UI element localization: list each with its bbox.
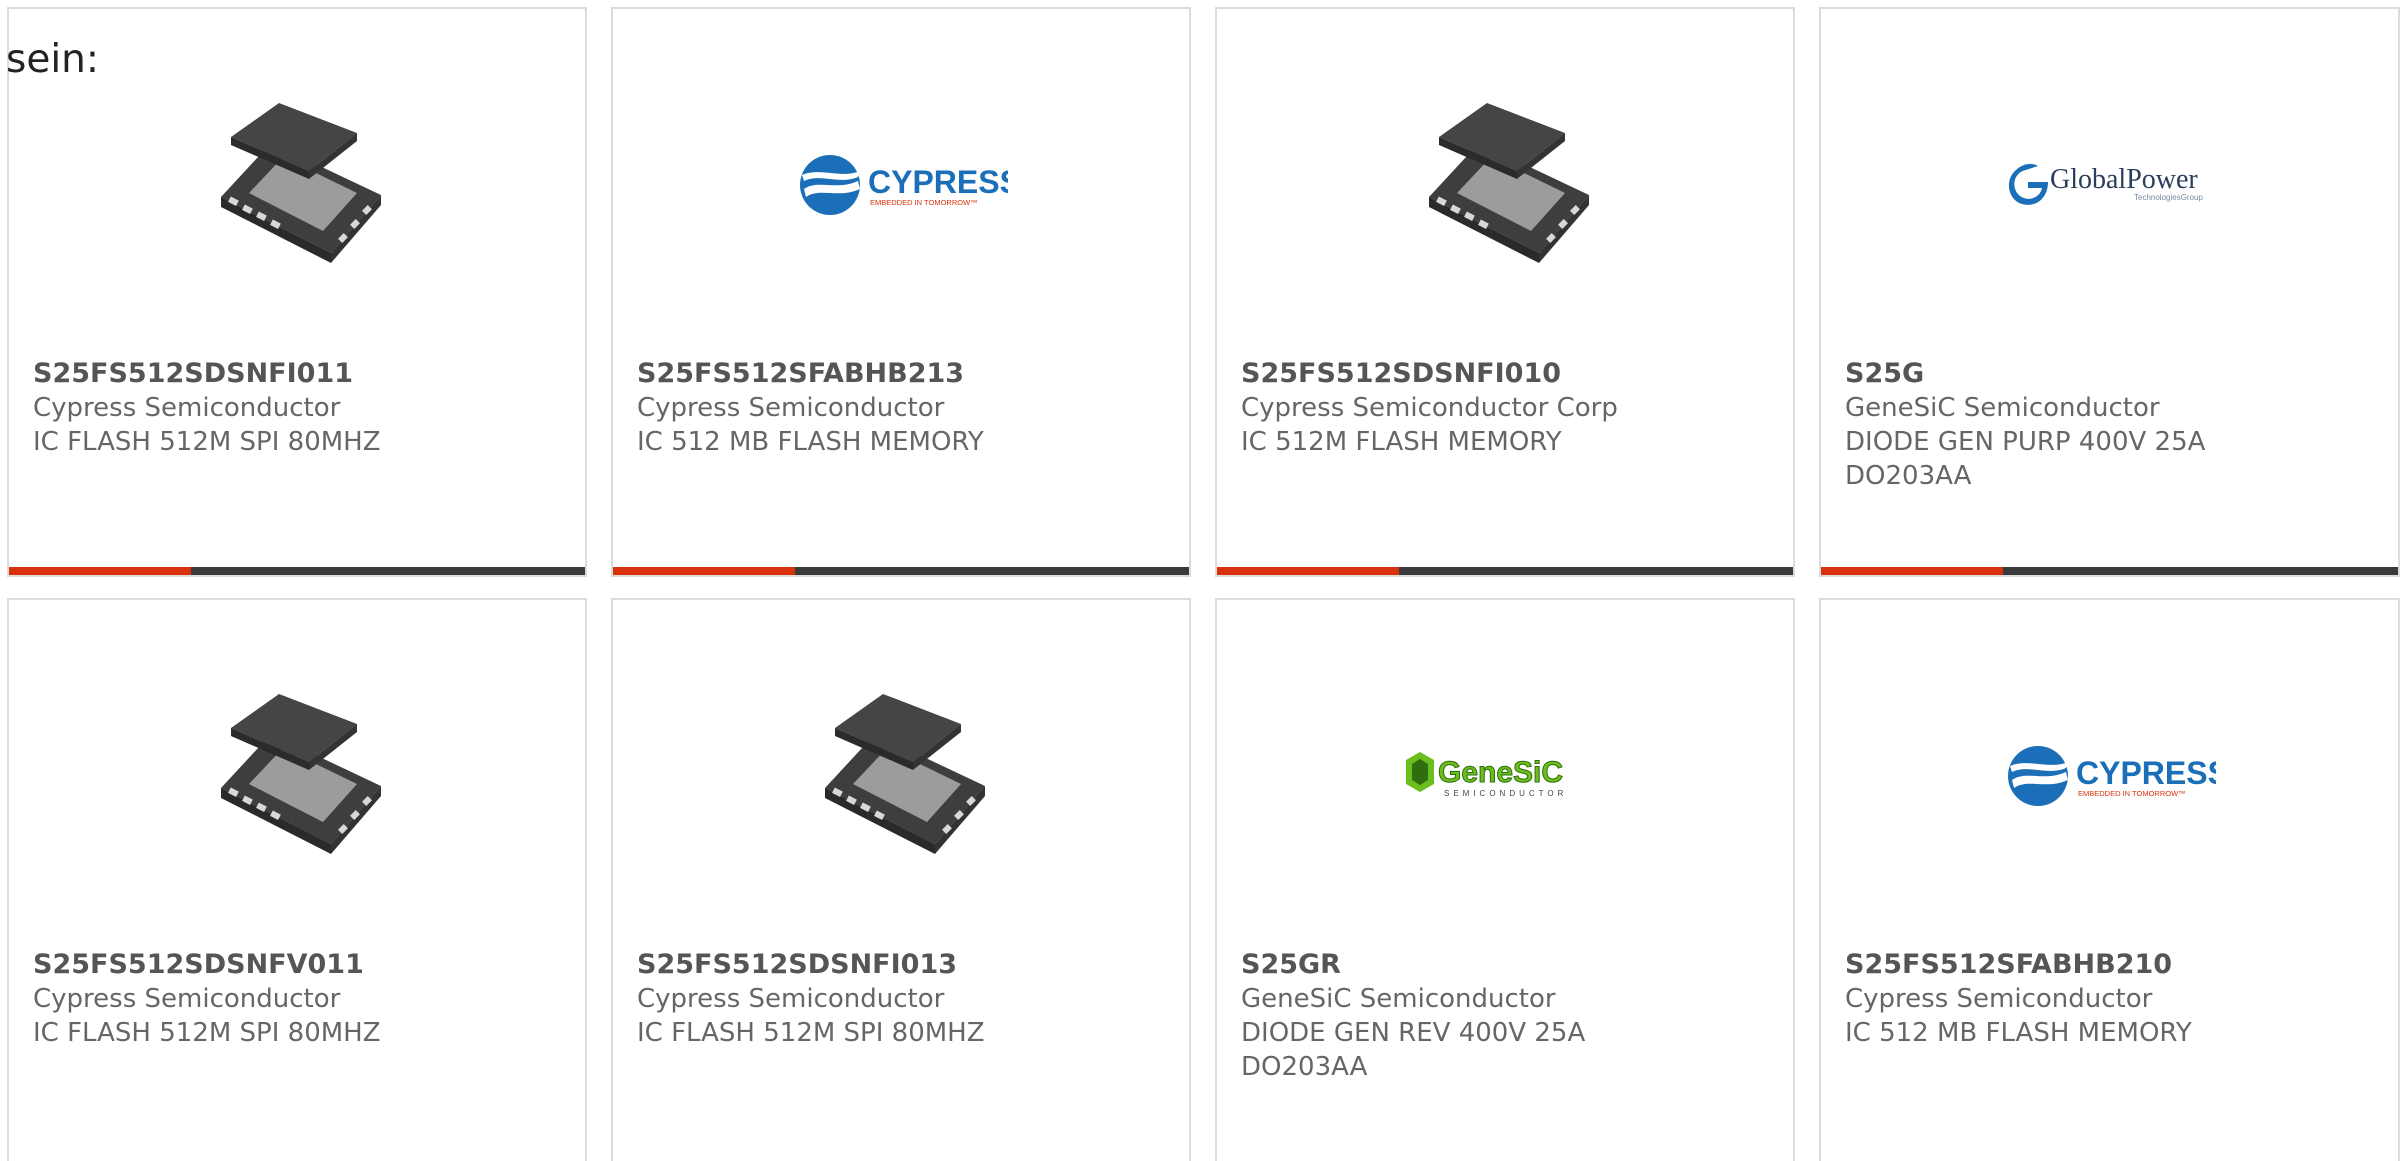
product-info: S25FS512SDSNFI010 Cypress Semiconductor … xyxy=(1241,357,1769,459)
product-image[interactable] xyxy=(791,664,1015,888)
product-card[interactable]: GlobalPower TechnologiesGroup S25G GeneS… xyxy=(1819,7,2400,577)
product-image[interactable]: CYPRESS EMBEDDED IN TOMORROW™ xyxy=(1999,664,2223,888)
product-image[interactable] xyxy=(187,664,411,888)
card-bottom-bar xyxy=(1217,567,1793,575)
globalpower-logo-icon: GlobalPower TechnologiesGroup xyxy=(2008,163,2203,205)
card-accent-bar xyxy=(1821,567,2003,575)
product-card[interactable]: S25FS512SDSNFI011 Cypress Semiconductor … xyxy=(7,7,587,577)
product-card[interactable]: S25FS512SDSNFV011 Cypress Semiconductor … xyxy=(7,598,587,1161)
product-image[interactable] xyxy=(187,73,411,297)
product-image[interactable]: CYPRESS EMBEDDED IN TOMORROW™ xyxy=(791,73,1015,297)
part-number[interactable]: S25GR xyxy=(1241,948,1769,982)
manufacturer: Cypress Semiconductor xyxy=(1845,984,2153,1014)
card-bottom-bar xyxy=(1821,567,2398,575)
manufacturer: Cypress Semiconductor xyxy=(637,984,945,1014)
product-info: S25FS512SFABHB213 Cypress Semiconductor … xyxy=(637,357,1165,459)
product-info: S25GR GeneSiC Semiconductor DIODE GEN RE… xyxy=(1241,948,1769,1084)
svg-text:CYPRESS: CYPRESS xyxy=(2076,755,2216,791)
product-card[interactable]: CYPRESS EMBEDDED IN TOMORROW™ S25FS512SF… xyxy=(1819,598,2400,1161)
manufacturer: GeneSiC Semiconductor xyxy=(1241,984,1556,1014)
product-info: S25FS512SDSNFI013 Cypress Semiconductor … xyxy=(637,948,1165,1050)
manufacturer: Cypress Semiconductor xyxy=(33,393,341,423)
product-info: S25FS512SDSNFV011 Cypress Semiconductor … xyxy=(33,948,561,1050)
cypress-logo-icon: CYPRESS EMBEDDED IN TOMORROW™ xyxy=(800,155,1008,215)
part-number[interactable]: S25FS512SDSNFI013 xyxy=(637,948,1165,982)
description: IC FLASH 512M SPI 80MHZ xyxy=(33,1018,381,1048)
genesic-logo-icon: GeneSiC SEMICONDUCTOR xyxy=(1406,752,1567,798)
part-number[interactable]: S25FS512SDSNFI010 xyxy=(1241,357,1769,391)
chip-package-icon xyxy=(825,694,985,854)
svg-text:CYPRESS: CYPRESS xyxy=(868,164,1008,200)
description: DIODE GEN REV 400V 25A DO203AA xyxy=(1241,1018,1586,1082)
product-image[interactable]: GeneSiC SEMICONDUCTOR xyxy=(1395,664,1619,888)
description: IC 512 MB FLASH MEMORY xyxy=(1845,1018,2192,1048)
svg-text:TechnologiesGroup: TechnologiesGroup xyxy=(2134,193,2203,202)
part-number[interactable]: S25FS512SDSNFV011 xyxy=(33,948,561,982)
chip-package-icon xyxy=(221,103,381,263)
svg-text:EMBEDDED IN TOMORROW™: EMBEDDED IN TOMORROW™ xyxy=(2078,789,2186,798)
product-grid: S25FS512SDSNFI011 Cypress Semiconductor … xyxy=(0,0,2400,1161)
part-number[interactable]: S25FS512SDSNFI011 xyxy=(33,357,561,391)
product-image[interactable] xyxy=(1395,73,1619,297)
cypress-logo-icon: CYPRESS EMBEDDED IN TOMORROW™ xyxy=(2008,746,2216,806)
svg-text:GlobalPower: GlobalPower xyxy=(2050,164,2198,195)
product-card[interactable]: S25FS512SDSNFI013 Cypress Semiconductor … xyxy=(611,598,1191,1161)
product-info: S25FS512SFABHB210 Cypress Semiconductor … xyxy=(1845,948,2374,1050)
card-accent-bar xyxy=(613,567,795,575)
description: DIODE GEN PURP 400V 25A DO203AA xyxy=(1845,427,2206,491)
description: IC 512M FLASH MEMORY xyxy=(1241,427,1562,457)
svg-text:GeneSiC: GeneSiC xyxy=(1438,756,1563,789)
svg-text:EMBEDDED IN TOMORROW™: EMBEDDED IN TOMORROW™ xyxy=(870,198,978,207)
product-info: S25FS512SDSNFI011 Cypress Semiconductor … xyxy=(33,357,561,459)
product-card[interactable]: S25FS512SDSNFI010 Cypress Semiconductor … xyxy=(1215,7,1795,577)
manufacturer: Cypress Semiconductor Corp xyxy=(1241,393,1618,423)
manufacturer: Cypress Semiconductor xyxy=(637,393,945,423)
description: IC FLASH 512M SPI 80MHZ xyxy=(637,1018,985,1048)
description: IC 512 MB FLASH MEMORY xyxy=(637,427,984,457)
product-info: S25G GeneSiC Semiconductor DIODE GEN PUR… xyxy=(1845,357,2374,493)
card-accent-bar xyxy=(1217,567,1399,575)
manufacturer: GeneSiC Semiconductor xyxy=(1845,393,2160,423)
chip-package-icon xyxy=(1429,103,1589,263)
part-number[interactable]: S25FS512SFABHB210 xyxy=(1845,948,2374,982)
product-card[interactable]: GeneSiC SEMICONDUCTOR S25GR GeneSiC Semi… xyxy=(1215,598,1795,1161)
manufacturer: Cypress Semiconductor xyxy=(33,984,341,1014)
card-bottom-bar xyxy=(613,567,1189,575)
product-card[interactable]: CYPRESS EMBEDDED IN TOMORROW™ S25FS512SF… xyxy=(611,7,1191,577)
product-image[interactable]: GlobalPower TechnologiesGroup xyxy=(1999,73,2223,297)
card-accent-bar xyxy=(9,567,191,575)
svg-text:SEMICONDUCTOR: SEMICONDUCTOR xyxy=(1444,789,1567,798)
chip-package-icon xyxy=(221,694,381,854)
part-number[interactable]: S25G xyxy=(1845,357,2374,391)
intro-text: sein: xyxy=(6,37,100,82)
part-number[interactable]: S25FS512SFABHB213 xyxy=(637,357,1165,391)
card-bottom-bar xyxy=(9,567,585,575)
description: IC FLASH 512M SPI 80MHZ xyxy=(33,427,381,457)
